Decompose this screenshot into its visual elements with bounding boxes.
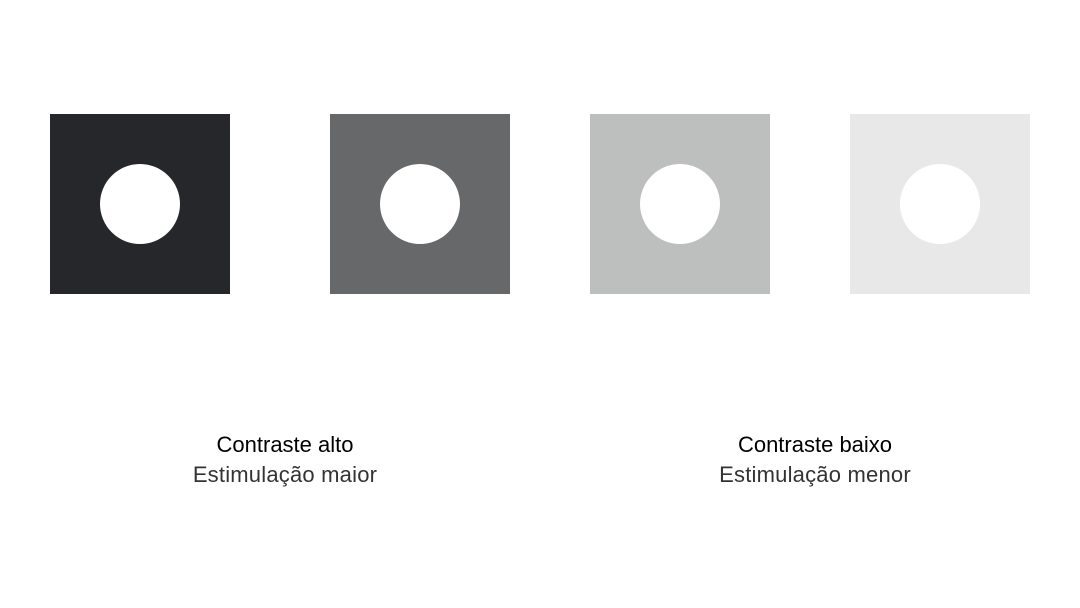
caption-low-contrast: Contraste baixo Estimulação menor <box>615 430 1015 490</box>
caption-title: Contraste baixo <box>737 432 893 457</box>
caption-high-contrast: Contraste alto Estimulação maior <box>85 430 485 490</box>
caption-title: Contraste alto <box>216 432 354 457</box>
caption-subtitle: Estimulação menor <box>719 462 911 487</box>
caption-subtitle: Estimulação maior <box>192 462 378 487</box>
contrast-swatch-dark <box>330 114 510 294</box>
contrast-diagram: Contraste alto Estimulação maior Contras… <box>0 0 1080 608</box>
white-circle <box>640 164 720 244</box>
contrast-swatch-lightest <box>850 114 1030 294</box>
white-circle <box>900 164 980 244</box>
white-circle <box>380 164 460 244</box>
contrast-swatch-darkest <box>50 114 230 294</box>
contrast-swatch-light <box>590 114 770 294</box>
white-circle <box>100 164 180 244</box>
